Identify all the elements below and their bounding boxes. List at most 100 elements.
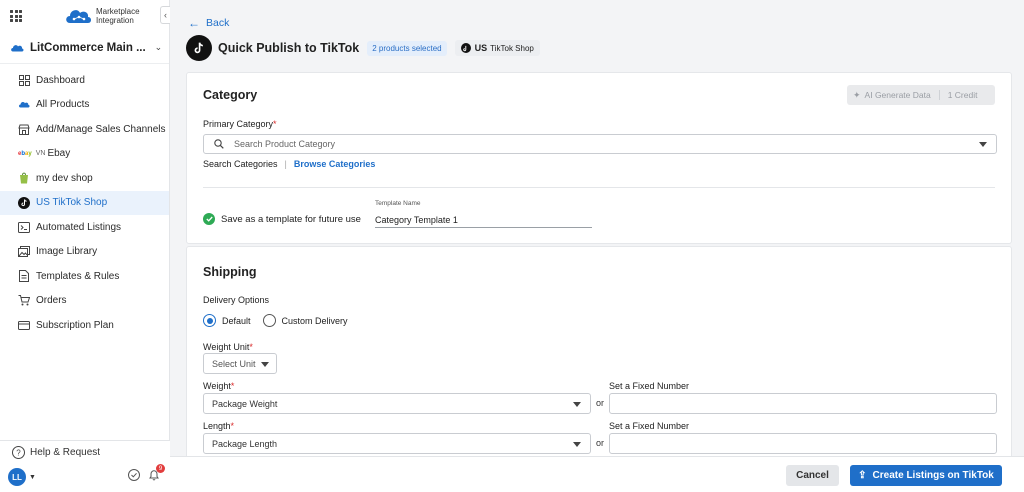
help-request-link[interactable]: ? Help & Request	[0, 441, 170, 463]
chevron-down-icon: ⌄	[154, 42, 163, 52]
page-header: Quick Publish to TikTok 2 products selec…	[186, 35, 540, 61]
sidebar-item-label: Image Library	[36, 246, 98, 258]
browse-categories-link[interactable]: Browse Categories	[294, 159, 376, 169]
tiktok-icon	[460, 43, 471, 53]
required-asterisk: *	[230, 381, 235, 391]
ai-credit-label: 1 Credit	[938, 90, 977, 100]
selected-products-chip: 2 products selected	[367, 40, 447, 56]
user-row: LL ▼ 9	[0, 463, 170, 491]
category-mode-links: Search Categories | Browse Categories	[203, 159, 375, 169]
weight-value: Package Weight	[212, 398, 278, 409]
required-asterisk: *	[273, 119, 277, 129]
weight-select[interactable]: Package Weight	[203, 393, 591, 414]
sidebar: Marketplace Integration ‹ LitCommerce Ma…	[0, 0, 170, 492]
create-listings-button[interactable]: ⇪ Create Listings on TikTok	[850, 465, 1002, 486]
cart-icon	[18, 295, 30, 307]
length-fixed-label: Set a Fixed Number	[609, 421, 690, 431]
save-template-label: Save as a template for future use	[221, 213, 361, 225]
sidebar-menu: Dashboard All Products Add/Manage Sales …	[0, 64, 169, 338]
section-divider	[203, 187, 995, 188]
length-select[interactable]: Package Length	[203, 433, 591, 454]
radio-default[interactable]	[203, 314, 216, 327]
weight-or-label: or	[596, 398, 605, 408]
sidebar-item-sales-channels[interactable]: Add/Manage Sales Channels	[0, 117, 169, 142]
sidebar-item-us-tiktok-shop[interactable]: US TikTok Shop	[0, 190, 169, 215]
sidebar-item-orders[interactable]: Orders	[0, 289, 169, 314]
automation-icon	[18, 221, 30, 233]
sidebar-item-templates-rules[interactable]: Templates & Rules	[0, 264, 169, 289]
delivery-options-label: Delivery Options	[203, 295, 270, 305]
sidebar-item-subscription-plan[interactable]: Subscription Plan	[0, 313, 169, 338]
dropdown-caret-icon	[573, 442, 581, 447]
length-or-label: or	[596, 438, 605, 448]
card-icon	[18, 319, 30, 331]
weight-fixed-input[interactable]	[609, 393, 997, 414]
sidebar-footer: ? Help & Request LL ▼ 9	[0, 440, 170, 492]
length-value: Package Length	[212, 438, 278, 449]
sidebar-item-label: Automated Listings	[36, 221, 122, 233]
primary-category-text: Primary Category	[203, 119, 274, 129]
sidebar-item-label: US TikTok Shop	[36, 197, 108, 209]
avatar[interactable]: LL	[8, 468, 26, 486]
category-search-input[interactable]: Search Product Category	[203, 134, 997, 154]
sidebar-item-image-library[interactable]: Image Library	[0, 240, 169, 265]
main-content: ← Back Quick Publish to TikTok 2 product…	[170, 0, 1024, 492]
create-listings-label: Create Listings on TikTok	[872, 470, 994, 481]
tiktok-icon	[18, 196, 30, 209]
cancel-button[interactable]: Cancel	[786, 465, 839, 486]
sidebar-item-label: Orders	[36, 295, 67, 307]
action-footer: Cancel ⇪ Create Listings on TikTok	[170, 456, 1024, 492]
svg-text:?: ?	[16, 448, 21, 457]
logo-cloud-icon	[66, 10, 91, 23]
sidebar-item-all-products[interactable]: All Products	[0, 93, 169, 118]
cloud-icon	[18, 99, 30, 111]
sidebar-item-dashboard[interactable]: Dashboard	[0, 68, 169, 93]
option-default-label: Default	[222, 315, 251, 326]
length-label: Length*	[203, 421, 234, 431]
collapse-sidebar-button[interactable]: ‹	[160, 6, 170, 24]
sidebar-item-ebay[interactable]: ebay VN Ebay	[0, 142, 169, 167]
weight-label: Weight*	[203, 381, 234, 391]
help-label: Help & Request	[30, 446, 101, 458]
sidebar-item-label: my dev shop	[36, 172, 93, 184]
category-search-placeholder: Search Product Category	[234, 139, 336, 149]
radio-custom-delivery[interactable]	[262, 314, 276, 327]
app-grid-icon[interactable]	[10, 10, 22, 22]
sidebar-item-label: Dashboard	[36, 74, 85, 86]
search-icon	[214, 139, 224, 149]
ai-button-label: AI Generate Data	[864, 90, 931, 100]
dashboard-icon	[18, 74, 30, 86]
shopify-icon	[18, 172, 30, 184]
weight-unit-text: Weight Unit	[203, 342, 250, 352]
template-name-label: Template Name	[375, 200, 421, 207]
category-card: Category ✦ AI Generate Data 1 Credit Pri…	[186, 72, 1012, 244]
notifications-button[interactable]: 9	[148, 464, 165, 481]
tiktok-logo-icon	[186, 35, 212, 61]
weight-fixed-label: Set a Fixed Number	[609, 381, 690, 391]
document-icon	[18, 270, 30, 283]
save-template-toggle[interactable]: Save as a template for future use	[203, 213, 361, 225]
check-circle-icon[interactable]	[128, 469, 140, 481]
sidebar-item-label: Templates & Rules	[36, 270, 120, 282]
dropdown-caret-icon	[573, 402, 581, 407]
shipping-title: Shipping	[203, 265, 257, 279]
link-separator: |	[284, 159, 287, 169]
weight-unit-select[interactable]: Select Unit	[203, 353, 277, 374]
weight-unit-label: Weight Unit*	[203, 342, 253, 352]
shop-country: US	[474, 43, 488, 53]
template-name-input[interactable]	[375, 212, 592, 228]
back-link[interactable]: ← Back	[188, 16, 229, 30]
weight-unit-placeholder: Select Unit	[212, 358, 256, 369]
sidebar-header: Marketplace Integration ‹	[0, 0, 170, 32]
delivery-options: Default Custom Delivery	[203, 314, 348, 327]
arrow-left-icon: ←	[188, 16, 200, 30]
sidebar-item-my-dev-shop[interactable]: my dev shop	[0, 166, 169, 191]
sparkle-icon: ✦	[853, 89, 861, 100]
ai-generate-button[interactable]: ✦ AI Generate Data 1 Credit	[847, 85, 995, 105]
search-categories-link[interactable]: Search Categories	[203, 159, 278, 169]
store-switcher[interactable]: LitCommerce Main ... ⌄	[0, 32, 169, 64]
caret-down-icon[interactable]: ▼	[29, 474, 36, 481]
length-fixed-input[interactable]	[609, 433, 997, 454]
sidebar-item-automated-listings[interactable]: Automated Listings	[0, 215, 169, 240]
store-icon	[18, 123, 30, 135]
